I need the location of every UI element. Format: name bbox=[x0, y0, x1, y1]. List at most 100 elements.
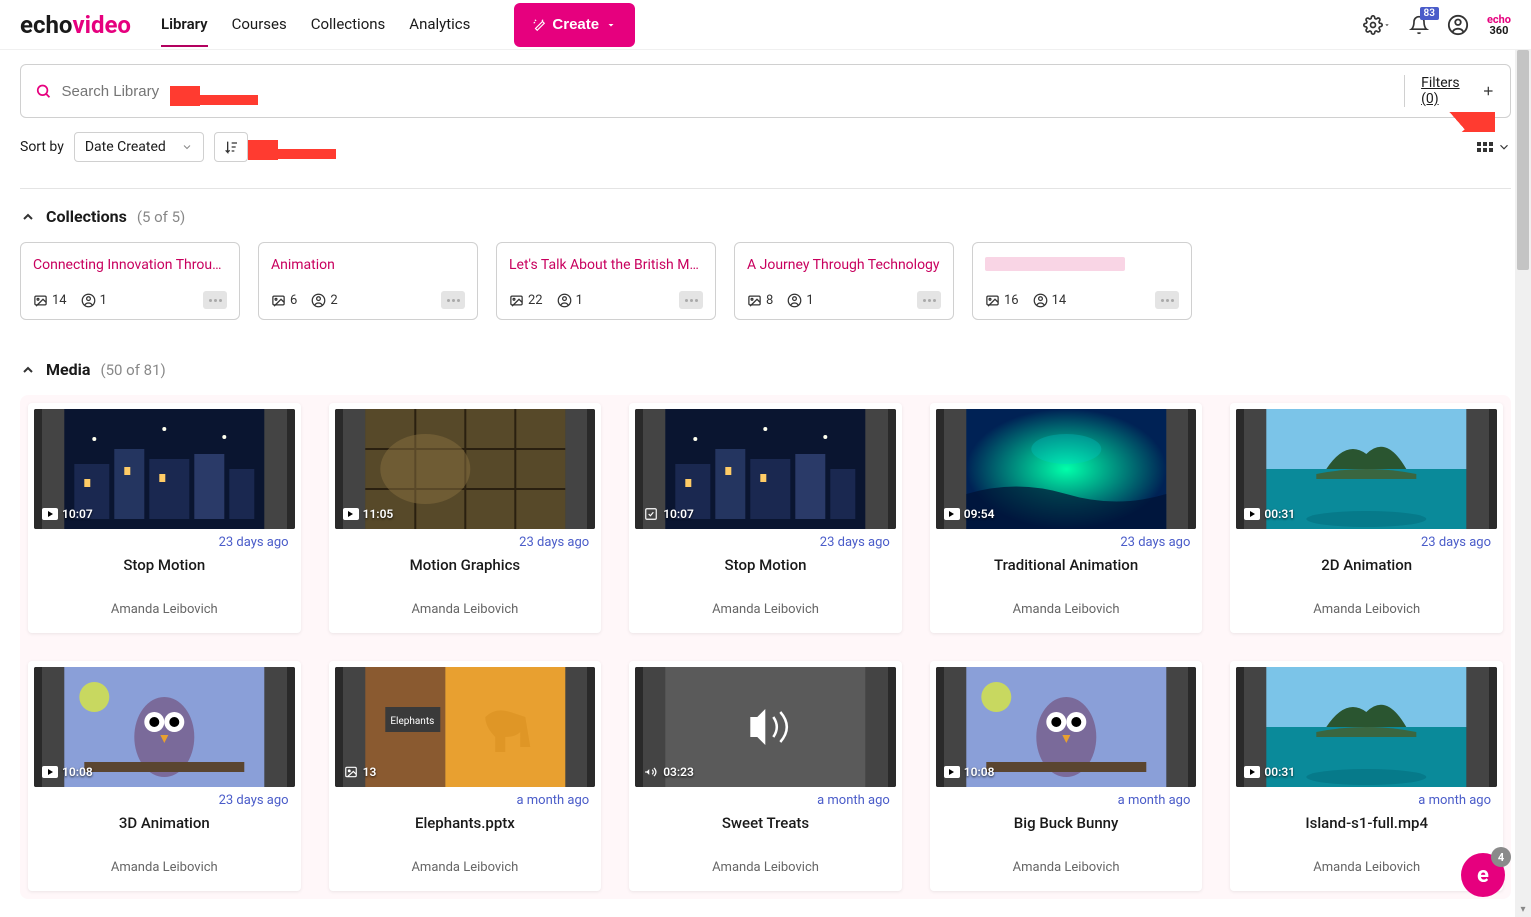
svg-text:Elephants: Elephants bbox=[390, 716, 434, 727]
collection-menu-button[interactable] bbox=[679, 291, 703, 309]
nav-library[interactable]: Library bbox=[161, 3, 208, 47]
media-date: 23 days ago bbox=[335, 529, 596, 552]
media-date: a month ago bbox=[1236, 787, 1497, 810]
collection-menu-button[interactable] bbox=[1155, 291, 1179, 309]
scrollbar-thumb[interactable] bbox=[1517, 50, 1529, 270]
collection-card[interactable]: Connecting Innovation Throug... 14 1 bbox=[20, 242, 240, 320]
media-thumbnail[interactable]: 11:05 bbox=[335, 409, 596, 529]
nav-analytics[interactable]: Analytics bbox=[409, 3, 470, 47]
chevron-up-icon bbox=[20, 209, 36, 225]
user-count-item: 14 bbox=[1033, 293, 1067, 308]
media-thumbnail[interactable]: Elephants 13 bbox=[335, 667, 596, 787]
media-title: Island-s1-full.mp4 bbox=[1236, 810, 1497, 860]
collection-menu-button[interactable] bbox=[441, 291, 465, 309]
nav-courses[interactable]: Courses bbox=[232, 3, 287, 47]
media-thumbnail[interactable]: 00:31 bbox=[1236, 667, 1497, 787]
media-title: Sweet Treats bbox=[635, 810, 896, 860]
media-thumbnail[interactable]: 00:31 bbox=[1236, 409, 1497, 529]
filters-button[interactable]: Filters (0) bbox=[1404, 75, 1496, 107]
user-count: 2 bbox=[330, 293, 337, 308]
media-title: 2D Animation bbox=[1236, 552, 1497, 602]
collection-card[interactable]: 16 14 bbox=[972, 242, 1192, 320]
play-icon bbox=[944, 508, 960, 520]
media-grid: 10:07 23 days ago Stop Motion Amanda Lei… bbox=[20, 395, 1511, 899]
collection-meta: 14 1 bbox=[33, 291, 227, 309]
collection-card[interactable]: A Journey Through Technology 8 1 bbox=[734, 242, 954, 320]
user-icon bbox=[311, 293, 326, 308]
collection-title: A Journey Through Technology bbox=[747, 257, 941, 273]
collection-title: Animation bbox=[271, 257, 465, 273]
media-author: Amanda Leibovich bbox=[1236, 602, 1497, 627]
view-toggle[interactable] bbox=[1477, 140, 1511, 154]
user-count-item: 2 bbox=[311, 293, 337, 308]
echo360-logo[interactable]: echo360 bbox=[1487, 14, 1511, 36]
sort-select[interactable]: Date Created bbox=[74, 132, 204, 162]
media-thumbnail[interactable]: 10:07 bbox=[34, 409, 295, 529]
divider bbox=[20, 188, 1511, 189]
media-card[interactable]: 00:31 23 days ago 2D Animation Amanda Le… bbox=[1230, 403, 1503, 633]
media-date: a month ago bbox=[635, 787, 896, 810]
search-input[interactable] bbox=[62, 83, 1405, 100]
media-thumbnail[interactable]: 10:08 bbox=[34, 667, 295, 787]
media-card[interactable]: 10:07 23 days ago Stop Motion Amanda Lei… bbox=[629, 403, 902, 633]
top-bar: echovideo Library Courses Collections An… bbox=[0, 0, 1531, 50]
user-icon bbox=[81, 293, 96, 308]
media-count: (50 of 81) bbox=[100, 361, 165, 379]
media-card[interactable]: 03:23 a month ago Sweet Treats Amanda Le… bbox=[629, 661, 902, 891]
chat-fab[interactable]: e 4 bbox=[1461, 853, 1505, 897]
media-count-item: 16 bbox=[985, 293, 1019, 308]
scrollbar[interactable]: ▾ bbox=[1515, 50, 1531, 917]
media-title: Stop Motion bbox=[635, 552, 896, 602]
settings-button[interactable] bbox=[1363, 15, 1391, 35]
collection-menu-button[interactable] bbox=[917, 291, 941, 309]
grid-view-icon bbox=[1477, 142, 1493, 152]
media-thumbnail[interactable]: 10:07 bbox=[635, 409, 896, 529]
media-card[interactable]: Elephants 13 a month ago Elephants.pptx … bbox=[329, 661, 602, 891]
media-card[interactable]: 09:54 23 days ago Traditional Animation … bbox=[930, 403, 1203, 633]
media-title: Traditional Animation bbox=[936, 552, 1197, 602]
media-card[interactable]: 11:05 23 days ago Motion Graphics Amanda… bbox=[329, 403, 602, 633]
duration-text: 13 bbox=[363, 765, 377, 779]
media-card[interactable]: 10:08 a month ago Big Buck Bunny Amanda … bbox=[930, 661, 1203, 891]
collection-card[interactable]: Animation 6 2 bbox=[258, 242, 478, 320]
magic-wand-icon bbox=[532, 18, 546, 32]
nav-tabs: Library Courses Collections Analytics Cr… bbox=[161, 3, 1363, 47]
media-thumbnail[interactable]: 03:23 bbox=[635, 667, 896, 787]
collection-menu-button[interactable] bbox=[203, 291, 227, 309]
collections-count: (5 of 5) bbox=[137, 208, 185, 226]
media-count: 16 bbox=[1004, 293, 1019, 308]
play-icon bbox=[42, 766, 58, 778]
image-icon bbox=[343, 765, 359, 779]
duration-badge: 03:23 bbox=[643, 765, 694, 779]
collection-card[interactable]: Let's Talk About the British Mo... 22 1 bbox=[496, 242, 716, 320]
nav-collections[interactable]: Collections bbox=[311, 3, 386, 47]
play-icon bbox=[1244, 766, 1260, 778]
media-card[interactable]: 00:31 a month ago Island-s1-full.mp4 Ama… bbox=[1230, 661, 1503, 891]
duration-badge: 10:07 bbox=[643, 507, 694, 521]
filters-label: Filters (0) bbox=[1421, 75, 1475, 107]
media-card[interactable]: 10:08 23 days ago 3D Animation Amanda Le… bbox=[28, 661, 301, 891]
user-count: 1 bbox=[806, 293, 813, 308]
account-button[interactable] bbox=[1447, 14, 1469, 36]
media-date: 23 days ago bbox=[1236, 529, 1497, 552]
duration-text: 10:08 bbox=[62, 765, 93, 779]
image-icon bbox=[33, 293, 48, 308]
user-icon bbox=[557, 293, 572, 308]
media-count-item: 8 bbox=[747, 293, 773, 308]
media-count-item: 14 bbox=[33, 293, 67, 308]
caret-down-icon bbox=[1383, 21, 1391, 29]
media-thumbnail[interactable]: 10:08 bbox=[936, 667, 1197, 787]
media-thumbnail[interactable]: 09:54 bbox=[936, 409, 1197, 529]
brand-logo[interactable]: echovideo bbox=[20, 11, 131, 39]
collections-header[interactable]: Collections (5 of 5) bbox=[20, 207, 1511, 226]
media-author: Amanda Leibovich bbox=[936, 860, 1197, 885]
notifications-button[interactable]: 83 bbox=[1409, 15, 1429, 35]
media-card[interactable]: 10:07 23 days ago Stop Motion Amanda Lei… bbox=[28, 403, 301, 633]
sort-direction-button[interactable] bbox=[214, 132, 248, 162]
collections-title: Collections bbox=[46, 207, 127, 226]
search-icon bbox=[35, 82, 52, 100]
create-button[interactable]: Create bbox=[514, 3, 635, 47]
media-header[interactable]: Media (50 of 81) bbox=[20, 360, 1511, 379]
notification-badge: 83 bbox=[1420, 7, 1439, 20]
scrollbar-down-arrow[interactable]: ▾ bbox=[1515, 901, 1531, 917]
